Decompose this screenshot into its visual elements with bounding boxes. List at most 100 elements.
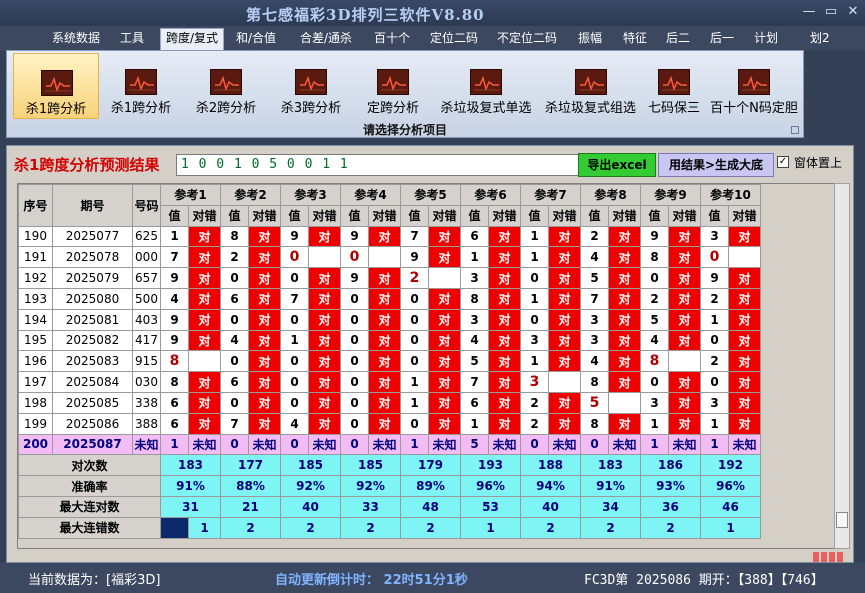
analysis-panel: 杀1跨度分析预测结果 1 0 0 1 0 5 0 0 1 1 导出excel 用… [6, 145, 854, 563]
value-cell: 2 [520, 391, 549, 414]
result-cell: 对 [368, 287, 401, 310]
value-cell: 1 [460, 246, 489, 269]
ribbon-button[interactable]: 杀1跨分析 [13, 53, 99, 119]
stats-value: 33 [340, 495, 401, 518]
generate-base-button[interactable]: 用结果>生成大底 [658, 153, 774, 177]
sub-header: 对错 [308, 204, 341, 227]
value-cell: 6 [460, 225, 489, 248]
result-cell: 对 [548, 308, 581, 331]
period-cell: 2025080 [52, 287, 133, 310]
result-cell: 对 [548, 391, 581, 414]
value-cell: 0 [340, 412, 369, 435]
menu-item[interactable]: 百十个 [374, 29, 410, 49]
ribbon-button[interactable]: 杀2跨分析 [184, 53, 268, 119]
ribbon-button[interactable]: 杀3跨分析 [269, 53, 353, 119]
table-row[interactable]: 199 2025086 388 6 对 7 对 4 对 0 对 0 对 1 对 2 对 8 对 1 对 1 对 [18, 412, 761, 435]
result-cell: 对 [368, 225, 401, 248]
chart-icon [125, 69, 157, 95]
menu-item[interactable]: 后一 [710, 29, 734, 49]
result-cell: 对 [728, 329, 761, 352]
value-cell: 9 [160, 308, 189, 331]
table-row[interactable]: 194 2025081 403 9 对 0 对 0 对 0 对 0 对 3 对 0 对 3 对 5 对 1 对 [18, 308, 761, 331]
close-icon[interactable]: ✕ [844, 4, 862, 20]
result-cell: 未知 [548, 433, 581, 456]
ribbon-button[interactable]: 百十个N码定胆 [707, 53, 801, 119]
table-row[interactable]: 197 2025084 030 8 对 6 对 0 对 0 对 1 对 7 对 3 8 对 0 对 0 对 [18, 371, 761, 393]
result-cell: 对 [608, 225, 641, 248]
ribbon-button[interactable]: 杀垃圾复式组选 [540, 53, 641, 119]
chart-icon [210, 69, 242, 95]
table-row-pending[interactable]: 200 2025087 未知 1 未知 0 未知 0 未知 0 未知 1 未知 5 未知 0 未知 0 未知 1 未知 1… [18, 433, 761, 456]
ribbon-button[interactable]: 杀1跨分析 [99, 53, 183, 119]
stats-value: 94% [520, 475, 581, 497]
stats-value: 2 [580, 516, 641, 539]
result-field[interactable]: 1 0 0 1 0 5 0 0 1 1 [176, 154, 579, 176]
menu-item[interactable]: 和/合值 [236, 29, 276, 49]
ribbon-button[interactable]: 七码保三 [642, 53, 706, 119]
result-cell: 对 [428, 308, 461, 331]
minimize-icon[interactable]: — [800, 4, 818, 20]
result-cell: 对 [188, 329, 221, 352]
value-cell: 1 [160, 433, 189, 456]
sub-header: 值 [280, 204, 309, 227]
value-cell: 6 [220, 287, 249, 310]
menu-item[interactable]: 合差/通杀 [300, 29, 352, 49]
result-cell: 对 [248, 350, 281, 373]
result-cell: 对 [548, 287, 581, 310]
menu-item[interactable]: 跨度/复式 [160, 28, 225, 50]
ribbon-button[interactable]: 杀垃圾复式单选 [433, 53, 539, 119]
value-cell: 1 [520, 350, 549, 373]
value-cell: 3 [460, 267, 489, 289]
table-row[interactable]: 193 2025080 500 4 对 6 对 7 对 0 对 0 对 8 对 1 对 7 对 2 对 2 对 [18, 287, 761, 310]
scroll-thumb[interactable] [836, 512, 848, 528]
ref-header: 参考10 [700, 184, 761, 206]
value-cell: 0 [640, 267, 669, 289]
menu-item[interactable]: 计划 [754, 29, 778, 49]
dialog-launcher-icon[interactable] [791, 126, 799, 134]
menu-item[interactable]: 工具 [120, 29, 144, 49]
stats-value: 40 [280, 495, 341, 518]
table-row[interactable]: 195 2025082 417 9 对 4 对 1 对 0 对 0 对 4 对 3 对 3 对 4 对 0 对 [18, 329, 761, 352]
ribbon-group-label: 请选择分析项目 [362, 123, 447, 137]
maximize-icon[interactable]: ▭ [822, 4, 840, 20]
ribbon-button[interactable]: 定跨分析 [354, 53, 432, 119]
result-cell: 未知 [428, 433, 461, 456]
analysis-grid[interactable]: 序号 期号 号码 参考1 参考2 参考3 参考4 参考5 参考6 参考7 参考8 参考9 参考10 值对错… [17, 183, 842, 549]
menu-item[interactable]: 后二 [666, 29, 690, 49]
chart-icon [658, 69, 690, 95]
table-row[interactable]: 192 2025079 657 9 对 0 对 0 对 9 对 2 3 对 0 对 5 对 0 对 9 对 [18, 267, 761, 289]
sub-header: 值 [580, 204, 609, 227]
menu-item[interactable]: 定位二码 [430, 29, 478, 49]
result-cell [188, 350, 221, 373]
menu-item[interactable]: 特征 [623, 29, 647, 49]
result-cell: 对 [728, 287, 761, 310]
result-cell: 对 [608, 308, 641, 331]
table-row[interactable]: 196 2025083 915 8 0 对 0 对 0 对 0 对 5 对 1 对 4 对 8 2 对 [18, 350, 761, 373]
seq-cell: 198 [18, 391, 53, 414]
stats-value: 89% [400, 475, 461, 497]
value-cell: 3 [460, 308, 489, 331]
value-cell: 1 [160, 225, 189, 248]
menu-item[interactable]: 划2 [810, 29, 830, 49]
table-row[interactable]: 191 2025078 000 7 对 2 对 0 0 9 对 1 对 1 对 4 对 8 对 0 [18, 246, 761, 269]
export-excel-button[interactable]: 导出excel [578, 153, 656, 177]
value-cell: 5 [580, 267, 609, 289]
menu-item[interactable]: 系统数据 [52, 29, 100, 49]
stats-label: 最大连错数 [18, 516, 161, 539]
period-cell: 2025085 [52, 391, 133, 414]
menu-item[interactable]: 不定位二码 [497, 29, 557, 49]
result-cell: 对 [368, 267, 401, 289]
menu-item[interactable]: 振幅 [578, 29, 602, 49]
result-cell: 对 [368, 350, 401, 373]
stats-value: 2 [400, 516, 461, 539]
stats-value: 36 [640, 495, 701, 518]
value-cell: 1 [400, 433, 429, 456]
value-cell: 7 [400, 225, 429, 248]
vertical-scrollbar[interactable] [834, 183, 850, 549]
topmost-checkbox[interactable]: ✓ [777, 156, 789, 168]
result-cell: 对 [488, 412, 521, 435]
status-indicator [813, 547, 853, 562]
table-row[interactable]: 198 2025085 338 6 对 0 对 0 对 0 对 1 对 6 对 2 对 5 3 对 3 对 [18, 391, 761, 414]
table-row[interactable]: 190 2025077 625 1 对 8 对 9 对 9 对 7 对 6 对 1 对 2 对 9 对 3 对 [18, 225, 761, 248]
value-cell: 6 [460, 391, 489, 414]
